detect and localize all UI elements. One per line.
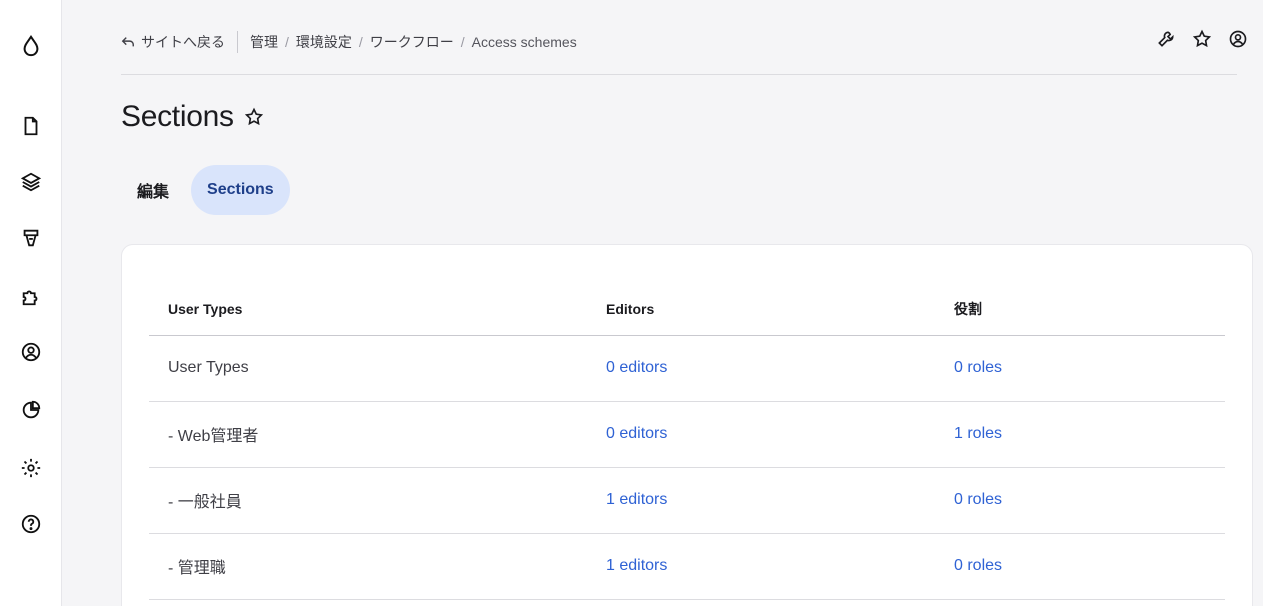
tab-edit[interactable]: 編集 (121, 165, 185, 215)
breadcrumb-separator: / (285, 34, 289, 50)
user-type-name: - 管理職 (149, 533, 587, 600)
user-icon[interactable] (1227, 28, 1249, 50)
primary-tabs: 編集 Sections (121, 165, 290, 215)
column-header-editors: Editors (587, 283, 935, 336)
editors-link[interactable]: 0 editors (606, 359, 667, 376)
main-content: サイトへ戻る 管理 / 環境設定 / ワークフロー / Access schem… (63, 0, 1263, 606)
back-to-site-link[interactable]: サイトへ戻る (121, 32, 225, 52)
wrench-icon[interactable] (1155, 28, 1177, 50)
extend-icon[interactable] (13, 278, 49, 314)
user-type-name: User Types (149, 335, 587, 402)
breadcrumb-bar: サイトへ戻る 管理 / 環境設定 / ワークフロー / Access schem… (121, 22, 1263, 62)
roles-link[interactable]: 0 roles (954, 491, 1002, 508)
top-actions (1155, 28, 1249, 50)
roles-link[interactable]: 0 roles (954, 557, 1002, 574)
back-arrow-icon (121, 37, 134, 47)
user-type-name: - Web管理者 (149, 401, 587, 468)
editors-link[interactable]: 1 editors (606, 491, 667, 508)
table-row: User Types 0 editors 0 roles (149, 335, 1225, 402)
reports-icon[interactable] (13, 392, 49, 428)
breadcrumb-config[interactable]: 環境設定 (296, 32, 352, 52)
breadcrumb-divider (237, 31, 238, 53)
configuration-icon[interactable] (13, 450, 49, 486)
roles-link[interactable]: 1 roles (954, 425, 1002, 442)
page-heading: Sections (121, 100, 266, 134)
people-icon[interactable] (13, 334, 49, 370)
appearance-icon[interactable] (13, 220, 49, 256)
page-title: Sections (121, 100, 234, 133)
table-row: - 管理職 1 editors 0 roles (149, 533, 1225, 600)
content-icon[interactable] (13, 108, 49, 144)
breadcrumb-separator: / (358, 34, 363, 50)
column-header-roles: 役割 (935, 283, 1225, 336)
tab-sections[interactable]: Sections (191, 165, 290, 215)
structure-icon[interactable] (13, 164, 49, 200)
table-row: - 一般社員 1 editors 0 roles (149, 467, 1225, 534)
access-table-card: User Types Editors 役割 User Types 0 edito… (121, 244, 1253, 606)
user-type-name: - 一般社員 (149, 467, 587, 534)
breadcrumb-admin[interactable]: 管理 (250, 32, 278, 52)
admin-sidebar (0, 0, 62, 606)
column-header-user-types: User Types (149, 283, 587, 336)
editors-link[interactable]: 1 editors (606, 557, 667, 574)
star-icon[interactable] (1191, 28, 1213, 50)
roles-link[interactable]: 0 roles (954, 359, 1002, 376)
breadcrumb-workflow[interactable]: ワークフロー (370, 32, 454, 52)
breadcrumb-current: Access schemes (471, 34, 577, 50)
drop-logo-icon[interactable] (13, 28, 49, 64)
table-row: - Web管理者 0 editors 1 roles (149, 401, 1225, 468)
access-table: User Types Editors 役割 User Types 0 edito… (149, 283, 1225, 600)
header-divider (121, 74, 1237, 75)
help-icon[interactable] (13, 506, 49, 542)
breadcrumb-separator: / (460, 34, 465, 50)
back-to-site-label: サイトへ戻る (141, 34, 225, 50)
table-header-row: User Types Editors 役割 (149, 283, 1225, 336)
favorite-star-icon[interactable] (244, 106, 266, 128)
editors-link[interactable]: 0 editors (606, 425, 667, 442)
